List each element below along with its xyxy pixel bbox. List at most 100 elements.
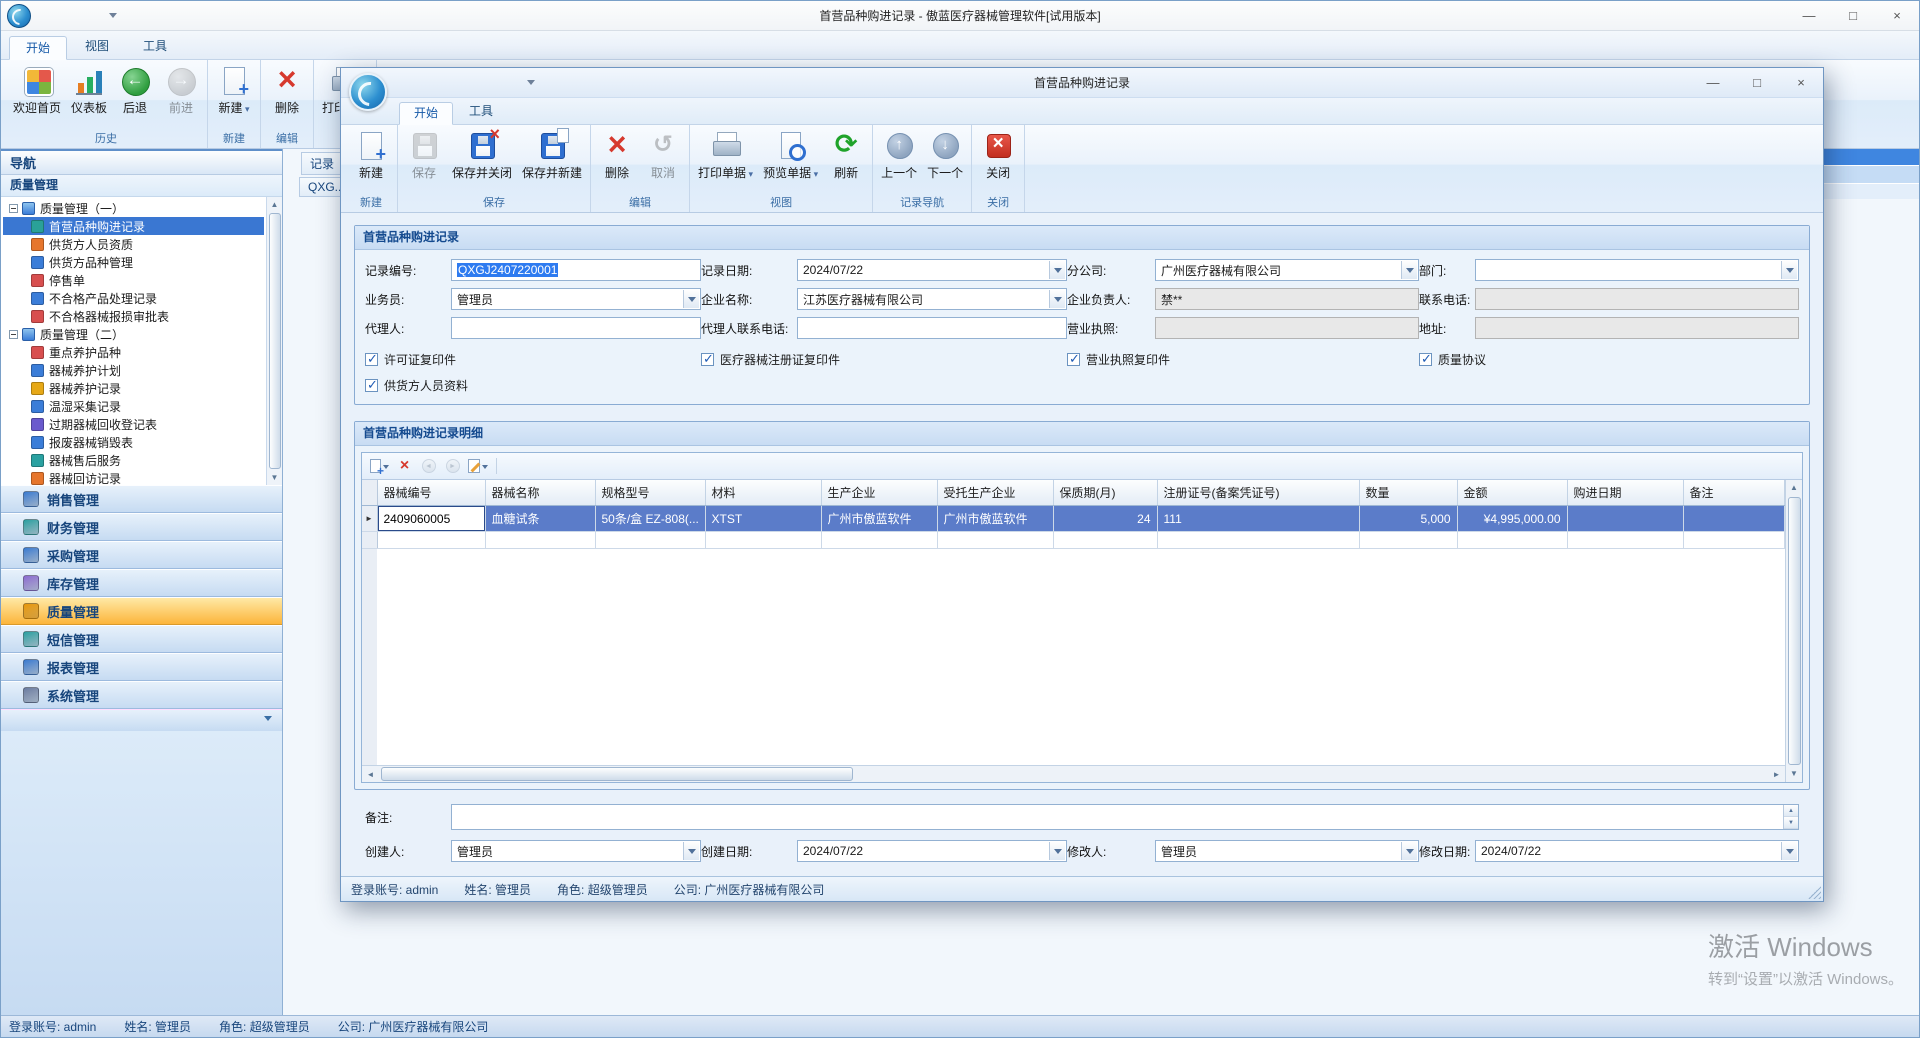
scroll-down-icon[interactable]: ▼ [1786, 766, 1802, 782]
toolbar-button[interactable] [418, 456, 439, 477]
document-checkbox[interactable]: 质量协议 [1419, 351, 1799, 368]
detail-cell[interactable]: ¥4,995,000.00 [1457, 506, 1567, 532]
sidebar-section[interactable]: 系统管理 [1, 681, 282, 709]
dialog-ribbon-button[interactable]: 刷新 [823, 127, 869, 183]
tree-item[interactable]: 过期器械回收登记表 [3, 415, 264, 433]
dialog-ribbon-button[interactable]: 关闭 [975, 127, 1021, 183]
column-header[interactable]: 金额 [1457, 480, 1567, 506]
tree-item[interactable]: 首营品种购进记录 [3, 217, 264, 235]
tree-item[interactable]: 不合格器械报损审批表 [3, 307, 264, 325]
tree-item[interactable]: 不合格产品处理记录 [3, 289, 264, 307]
toolbar-button[interactable] [394, 456, 415, 477]
dropdown-icon[interactable] [683, 290, 699, 308]
dropdown-icon[interactable] [1781, 261, 1797, 279]
qat-icon[interactable] [85, 7, 103, 25]
detail-cell[interactable]: 24 [1053, 506, 1157, 532]
tree-item[interactable]: 供货方人员资质 [3, 235, 264, 253]
dialog-ribbon-button[interactable]: 上一个 [876, 127, 922, 183]
sidebar-section[interactable]: 短信管理 [1, 625, 282, 653]
ribbon-button[interactable]: 删除 [264, 62, 310, 118]
dialog-ribbon-button[interactable]: 打印单据 [693, 127, 758, 183]
create-date-combo[interactable]: 2024/07/22 [797, 840, 1067, 862]
document-checkbox[interactable]: 供货方人员资料 [365, 377, 701, 394]
dialog-ribbon-button[interactable]: 保存 [401, 127, 447, 183]
dialog-ribbon-button[interactable]: 保存并新建 [517, 127, 587, 183]
detail-cell[interactable]: XTST [705, 506, 821, 532]
close-button[interactable]: × [1875, 1, 1919, 30]
sidebar-section[interactable]: 销售管理 [1, 485, 282, 513]
sidebar-section[interactable]: 库存管理 [1, 569, 282, 597]
dialog-close-button[interactable]: × [1779, 68, 1823, 97]
scroll-right-icon[interactable]: ► [1768, 766, 1785, 782]
modifier-combo[interactable]: 管理员 [1155, 840, 1419, 862]
tree-item[interactable]: 质量管理（二） [3, 325, 264, 343]
dialog-ribbon-button[interactable]: 预览单据 [758, 127, 823, 183]
column-header[interactable]: 材料 [705, 480, 821, 506]
scroll-up-icon[interactable]: ▲ [1786, 480, 1802, 496]
remark-spinner[interactable]: ▲▼ [1783, 805, 1798, 829]
sidebar-footer[interactable] [1, 709, 282, 731]
scroll-up-icon[interactable]: ▲ [267, 197, 282, 212]
detail-cell[interactable]: 50条/盒 EZ-808(... [595, 506, 705, 532]
qat-icon[interactable] [37, 7, 55, 25]
detail-row[interactable]: 2409060005血糖试条50条/盒 EZ-808(...XTST广州市傲蓝软… [362, 506, 1785, 532]
sidebar-section[interactable]: 财务管理 [1, 513, 282, 541]
toolbar-button[interactable] [466, 456, 490, 477]
column-header[interactable]: 受托生产企业 [937, 480, 1053, 506]
maximize-button[interactable]: □ [1831, 1, 1875, 30]
column-header[interactable]: 规格型号 [595, 480, 705, 506]
toolbar-button[interactable] [442, 456, 463, 477]
tree-scrollbar[interactable]: ▲ ▼ [266, 197, 282, 485]
dialog-maximize-button[interactable]: □ [1735, 68, 1779, 97]
dialog-qat-icon[interactable] [395, 74, 413, 92]
record-date-combo[interactable]: 2024/07/22 [797, 259, 1067, 281]
detail-cell[interactable] [1567, 506, 1683, 532]
dialog-qat-icon[interactable] [417, 74, 435, 92]
tree-item[interactable]: 器械养护计划 [3, 361, 264, 379]
detail-cell[interactable]: 2409060005 [377, 506, 485, 532]
scroll-left-icon[interactable]: ◄ [362, 766, 379, 782]
detail-cell[interactable]: 111 [1157, 506, 1359, 532]
tree-item[interactable]: 器械养护记录 [3, 379, 264, 397]
ribbon-button[interactable]: 前进 [158, 62, 204, 118]
grid-horizontal-scrollbar[interactable]: ◄ ► [362, 765, 1785, 782]
grid-vertical-scrollbar[interactable]: ▲ ▼ [1785, 480, 1802, 782]
document-checkbox[interactable]: 医疗器械注册证复印件 [701, 351, 1067, 368]
tree-item[interactable]: 器械售后服务 [3, 451, 264, 469]
dialog-ribbon-button[interactable]: 取消 [640, 127, 686, 183]
ribbon-button[interactable]: 后退 [112, 62, 158, 118]
dropdown-icon[interactable] [1401, 842, 1417, 860]
detail-cell[interactable]: 广州市傲蓝软件 [937, 506, 1053, 532]
dialog-ribbon-button[interactable]: 新建 [348, 127, 394, 183]
column-header[interactable]: 生产企业 [821, 480, 937, 506]
ribbon-tab[interactable]: 开始 [9, 36, 67, 60]
department-combo[interactable] [1475, 259, 1799, 281]
tree-item[interactable]: 停售单 [3, 271, 264, 289]
configure-buttons-icon[interactable] [264, 716, 272, 725]
expander-icon[interactable] [9, 204, 18, 213]
detail-cell[interactable]: 血糖试条 [485, 506, 595, 532]
ribbon-button[interactable]: 仪表板 [66, 62, 112, 118]
remark-input[interactable]: ▲▼ [451, 804, 1799, 830]
document-checkbox[interactable]: 许可证复印件 [365, 351, 701, 368]
scroll-thumb[interactable] [381, 767, 853, 781]
agent-phone-field[interactable] [797, 317, 1067, 339]
dialog-qat-icon[interactable] [439, 74, 457, 92]
scroll-down-icon[interactable]: ▼ [267, 470, 282, 485]
dialog-ribbon-tab[interactable]: 开始 [399, 102, 453, 125]
dropdown-icon[interactable] [1049, 842, 1065, 860]
document-tab[interactable]: 记录 [301, 152, 343, 175]
new-row[interactable] [362, 532, 1785, 549]
tree-item[interactable]: 质量管理（一） [3, 199, 264, 217]
tree-item[interactable]: 报废器械销毁表 [3, 433, 264, 451]
dialog-ribbon-button[interactable]: 删除 [594, 127, 640, 183]
tree-item[interactable]: 温湿采集记录 [3, 397, 264, 415]
document-checkbox[interactable]: 营业执照复印件 [1067, 351, 1419, 368]
toolbar-button[interactable] [368, 456, 391, 477]
qat-icon[interactable] [61, 7, 79, 25]
expander-icon[interactable] [9, 330, 18, 339]
record-no-field[interactable]: QXGJ2407220001 [451, 259, 701, 281]
sidebar-section[interactable]: 质量管理 [1, 597, 282, 625]
column-header[interactable]: 器械名称 [485, 480, 595, 506]
detail-cell[interactable]: 广州市傲蓝软件 [821, 506, 937, 532]
